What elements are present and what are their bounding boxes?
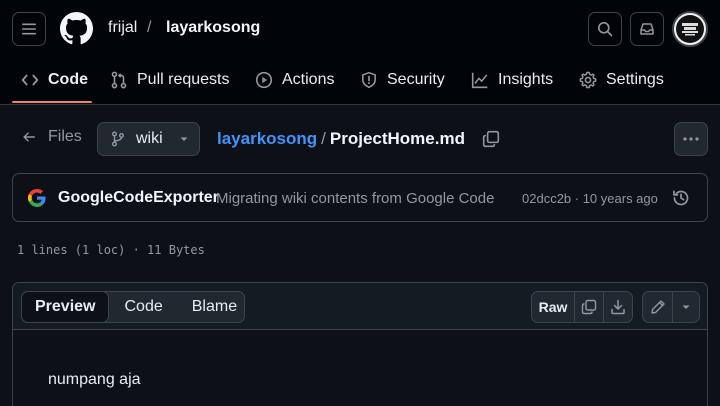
tab-settings-label: Settings xyxy=(606,71,664,88)
tab-pull-requests[interactable]: Pull requests xyxy=(110,62,230,98)
markdown-content: numpang aja xyxy=(48,371,141,388)
tab-preview[interactable]: Preview xyxy=(21,291,110,323)
google-logo-icon xyxy=(27,188,47,208)
download-icon xyxy=(611,299,625,315)
tab-pull-requests-label: Pull requests xyxy=(137,71,230,88)
caret-down-icon xyxy=(682,305,690,309)
tab-code[interactable]: Code xyxy=(21,62,88,98)
avatar[interactable] xyxy=(672,11,708,47)
files-back-link[interactable]: Files xyxy=(22,128,82,146)
file-viewer: Preview Code Blame Raw numpang aja xyxy=(12,282,708,406)
files-label: Files xyxy=(48,128,82,145)
gear-icon xyxy=(579,71,597,89)
git-branch-icon xyxy=(112,131,124,147)
branch-name: wiki xyxy=(136,130,163,147)
arrow-left-icon xyxy=(23,132,35,142)
commit-meta[interactable]: 02dcc2b · 10 years ago xyxy=(522,191,658,206)
path-file-name: ProjectHome.md xyxy=(329,129,465,148)
path-repo-link[interactable]: layarkosong xyxy=(217,129,317,148)
graph-icon xyxy=(471,72,488,89)
code-icon xyxy=(21,74,39,86)
tab-actions[interactable]: Actions xyxy=(255,62,334,98)
search-icon xyxy=(598,22,613,37)
play-icon xyxy=(255,71,273,89)
shield-icon xyxy=(362,71,376,89)
branch-selector[interactable]: wiki xyxy=(97,122,200,156)
history-icon xyxy=(673,190,689,206)
copy-icon xyxy=(581,299,597,315)
copy-raw-button[interactable] xyxy=(574,292,603,322)
menu-button[interactable] xyxy=(12,12,46,46)
file-path: layarkosong / ProjectHome.md xyxy=(217,129,465,149)
pencil-icon xyxy=(650,300,665,314)
avatar-emblem-icon xyxy=(682,23,698,36)
search-button[interactable] xyxy=(588,12,622,46)
commit-author[interactable]: GoogleCodeExporter xyxy=(58,189,219,207)
raw-copy-download-group: Raw xyxy=(531,291,633,323)
hamburger-icon xyxy=(22,23,36,35)
edit-button[interactable] xyxy=(643,292,672,322)
active-tab-indicator xyxy=(12,101,92,103)
path-separator: / xyxy=(321,129,326,148)
edit-options-dropdown[interactable] xyxy=(672,292,699,322)
edit-group xyxy=(642,291,700,323)
repo-header: frijal / layarkosong Code Pull requests … xyxy=(0,0,720,105)
breadcrumb-separator: / xyxy=(147,19,152,36)
git-pull-request-icon xyxy=(111,71,127,89)
github-logo-icon[interactable] xyxy=(60,12,93,45)
copy-path-button[interactable] xyxy=(482,130,500,148)
raw-label: Raw xyxy=(538,299,568,315)
tab-security-label: Security xyxy=(387,71,445,88)
breadcrumb-owner[interactable]: frijal xyxy=(108,18,137,38)
file-stats: 1 lines (1 loc) · 11 Bytes xyxy=(17,243,205,257)
tab-insights[interactable]: Insights xyxy=(471,62,553,98)
inbox-icon xyxy=(640,23,654,35)
download-button[interactable] xyxy=(603,292,632,322)
tab-security[interactable]: Security xyxy=(360,62,445,98)
inbox-button[interactable] xyxy=(630,12,664,46)
caret-down-icon xyxy=(180,137,188,141)
breadcrumb-repo[interactable]: layarkosong xyxy=(166,18,260,38)
tab-insights-label: Insights xyxy=(498,71,554,88)
tab-code-label: Code xyxy=(48,71,88,88)
history-button[interactable] xyxy=(672,189,690,207)
latest-commit: GoogleCodeExporter Migrating wiki conten… xyxy=(12,173,708,222)
file-toolbar: Preview Code Blame Raw xyxy=(13,283,707,330)
tab-actions-label: Actions xyxy=(282,71,335,88)
raw-button[interactable]: Raw xyxy=(532,292,574,322)
commit-message[interactable]: Migrating wiki contents from Google Code xyxy=(216,190,494,207)
kebab-horizontal-icon xyxy=(683,137,699,141)
tab-blame[interactable]: Blame xyxy=(178,292,251,322)
tab-code-view[interactable]: Code xyxy=(109,292,177,322)
more-options-button[interactable] xyxy=(674,122,708,156)
view-mode-switch: Preview Code Blame xyxy=(21,291,245,323)
tab-settings[interactable]: Settings xyxy=(579,62,664,98)
copy-icon xyxy=(482,130,500,148)
